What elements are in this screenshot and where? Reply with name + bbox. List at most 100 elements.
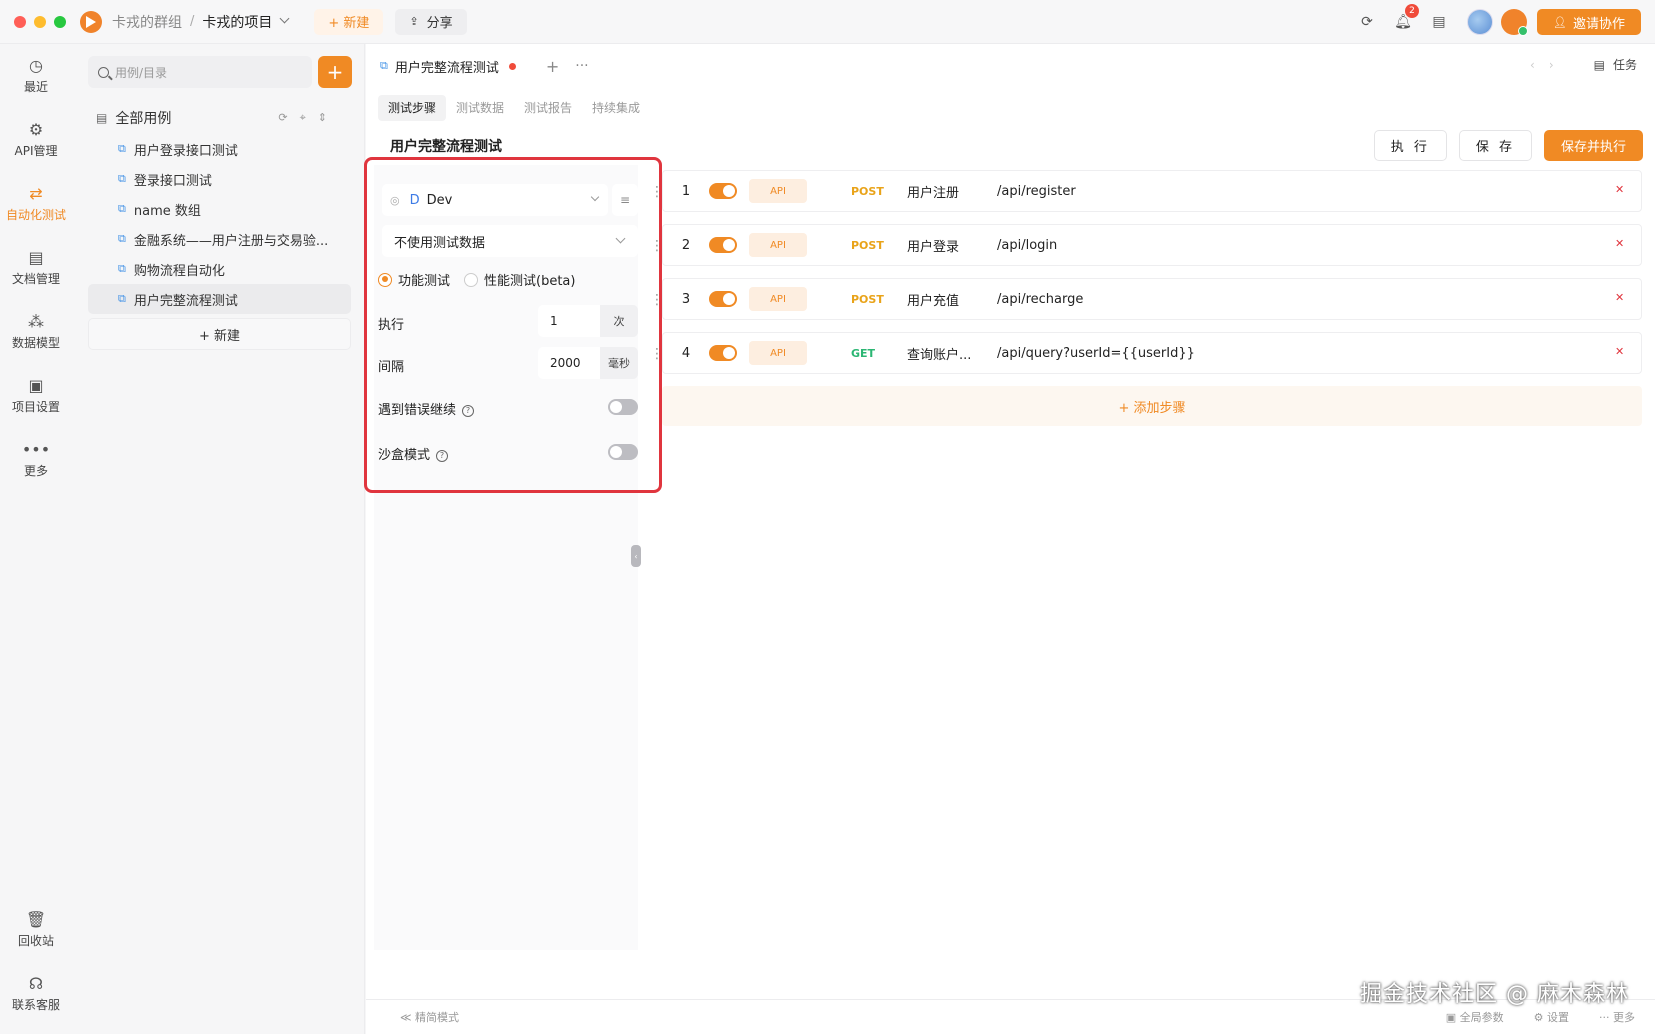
minimize-window-button[interactable] bbox=[34, 15, 46, 28]
environment-select[interactable]: ◎ D Dev bbox=[382, 184, 608, 216]
bottom-bar-right: ▣ 全局参数 ⚙ 设置 ··· 更多 bbox=[1446, 1009, 1635, 1025]
nav-item-models[interactable]: ⁂ 数据模型 bbox=[0, 300, 72, 364]
collapse-panel-icon[interactable]: ‹ bbox=[631, 545, 641, 567]
list-item-selected[interactable]: ⧉ 用户完整流程测试 bbox=[88, 284, 351, 314]
tree-new-button[interactable]: + 新建 bbox=[88, 318, 351, 350]
add-case-button[interactable]: + bbox=[318, 56, 352, 88]
search-input[interactable]: 用例/目录 bbox=[88, 56, 312, 88]
list-item[interactable]: ⧉ 购物流程自动化 bbox=[88, 254, 351, 284]
interval-input[interactable]: 2000 bbox=[538, 347, 600, 379]
list-item[interactable]: ⧉ 金融系统——用户注册与交易验... bbox=[88, 224, 351, 254]
run-button[interactable]: 执 行 bbox=[1373, 130, 1447, 161]
share-button[interactable]: ⇪ 分享 bbox=[395, 8, 467, 35]
tab-more-button[interactable]: ··· bbox=[575, 58, 588, 74]
notes-icon[interactable]: ▤ bbox=[1425, 8, 1453, 36]
chevron-down-icon bbox=[615, 233, 626, 244]
help-icon[interactable]: ? bbox=[462, 405, 475, 417]
close-window-button[interactable] bbox=[14, 15, 26, 28]
headset-icon: ☊ bbox=[28, 973, 44, 993]
tab-test-steps[interactable]: 测试步骤 bbox=[378, 95, 447, 121]
sandbox-label: 沙盒模式 bbox=[378, 448, 431, 463]
model-icon: ⁂ bbox=[28, 311, 44, 331]
team-avatar[interactable] bbox=[1501, 9, 1529, 36]
tab-test-report[interactable]: 测试报告 bbox=[514, 95, 582, 121]
more-button[interactable]: ··· 更多 bbox=[1599, 1009, 1635, 1025]
breadcrumb-project[interactable]: 卡戎的项目 bbox=[202, 12, 272, 32]
tree-root[interactable]: ▤ 全部用例 ⟳⌖⇕ bbox=[96, 104, 351, 132]
step-enabled-toggle[interactable] bbox=[709, 345, 737, 361]
list-item[interactable]: ⧉ 用户登录接口测试 bbox=[88, 134, 351, 164]
case-label: name 数组 bbox=[133, 203, 201, 219]
drag-handle-icon[interactable] bbox=[650, 238, 654, 254]
radio-performance[interactable]: 性能测试(beta) bbox=[464, 270, 575, 289]
table-row[interactable]: 1 API POST 用户注册 /api/register ✕ bbox=[662, 170, 1642, 212]
environment-menu-icon[interactable]: ≡ bbox=[612, 184, 638, 216]
settings-icon: ▣ bbox=[28, 375, 44, 395]
maximize-window-button[interactable] bbox=[54, 15, 66, 28]
unlink-icon[interactable]: ✕ bbox=[1615, 238, 1627, 250]
tab-active-case[interactable]: ⧉ 用户完整流程测试 bbox=[380, 57, 516, 76]
step-enabled-toggle[interactable] bbox=[709, 237, 737, 253]
step-enabled-toggle[interactable] bbox=[709, 183, 737, 199]
app-logo-icon bbox=[80, 10, 102, 33]
simple-mode-button[interactable]: ≪ 精简模式 bbox=[400, 1009, 459, 1025]
invite-button[interactable]: 👤︎ 邀请协作 bbox=[1537, 9, 1641, 35]
run-count-input[interactable]: 1 bbox=[538, 305, 600, 337]
radio-functional[interactable]: 功能测试 bbox=[378, 270, 450, 289]
bell-icon[interactable]: 🔔︎ 2 bbox=[1389, 4, 1420, 36]
test-data-select[interactable]: 不使用测试数据 bbox=[382, 225, 638, 257]
global-params-button[interactable]: ▣ 全局参数 bbox=[1446, 1009, 1504, 1025]
nav-item-trash[interactable]: 🗑 回收站 bbox=[0, 898, 72, 962]
interval-unit: 毫秒 bbox=[600, 347, 638, 379]
drag-handle-icon[interactable] bbox=[650, 346, 654, 362]
chevron-down-icon[interactable] bbox=[279, 13, 290, 24]
tab-nav-arrows-icon[interactable]: ‹› bbox=[1530, 58, 1568, 72]
drag-handle-icon[interactable] bbox=[650, 292, 654, 308]
tab-ci[interactable]: 持续集成 bbox=[582, 95, 650, 121]
save-and-run-button[interactable]: 保存并执行 bbox=[1543, 130, 1643, 161]
folder-icon: ▤ bbox=[96, 111, 108, 125]
tasks-button[interactable]: 任务 bbox=[1613, 56, 1637, 73]
invite-icon: 👤︎ bbox=[1553, 15, 1567, 29]
unlink-icon[interactable]: ✕ bbox=[1615, 346, 1627, 358]
tree-tools-icons[interactable]: ⟳⌖⇕ bbox=[278, 111, 339, 125]
table-row[interactable]: 3 API POST 用户充值 /api/recharge ✕ bbox=[662, 278, 1642, 320]
nav-item-more[interactable]: ••• 更多 bbox=[0, 428, 72, 492]
add-tab-button[interactable]: + bbox=[546, 57, 559, 76]
continue-on-error-toggle[interactable] bbox=[608, 399, 638, 415]
tab-test-data[interactable]: 测试数据 bbox=[446, 95, 514, 121]
breadcrumb-separator: / bbox=[190, 14, 195, 29]
sync-icon[interactable]: ⟳ bbox=[1353, 8, 1381, 36]
add-step-button[interactable]: + 添加步骤 bbox=[662, 386, 1642, 426]
chevron-down-icon bbox=[590, 192, 600, 202]
run-config-panel: ◎ D Dev ≡ 不使用测试数据 功能测试 性能测试(beta) 执行 1 次… bbox=[364, 157, 662, 950]
nav-item-settings[interactable]: ▣ 项目设置 bbox=[0, 364, 72, 428]
user-avatar[interactable] bbox=[1467, 9, 1494, 35]
save-button[interactable]: 保 存 bbox=[1458, 130, 1532, 161]
new-button[interactable]: + 新建 bbox=[314, 8, 384, 35]
search-placeholder: 用例/目录 bbox=[115, 65, 168, 80]
nav-item-recent[interactable]: ◷ 最近 bbox=[0, 44, 72, 108]
step-type-tag: API bbox=[749, 233, 807, 257]
nav-item-support[interactable]: ☊ 联系客服 bbox=[0, 962, 72, 1026]
step-enabled-toggle[interactable] bbox=[709, 291, 737, 307]
sandbox-toggle[interactable] bbox=[608, 444, 638, 460]
nav-item-docs[interactable]: ▤ 文档管理 bbox=[0, 236, 72, 300]
table-row[interactable]: 4 API GET 查询账户... /api/query?userId={{us… bbox=[662, 332, 1642, 374]
help-icon[interactable]: ? bbox=[436, 450, 449, 462]
list-item[interactable]: ⧉ name 数组 bbox=[88, 194, 351, 224]
drag-handle-icon[interactable] bbox=[650, 184, 654, 200]
share-icon: ⇪ bbox=[409, 15, 419, 28]
case-label: 购物流程自动化 bbox=[133, 263, 225, 279]
page-title: 用户完整流程测试 bbox=[390, 139, 502, 155]
radio-checked-icon bbox=[378, 272, 392, 287]
settings-button[interactable]: ⚙ 设置 bbox=[1534, 1009, 1569, 1025]
unlink-icon[interactable]: ✕ bbox=[1615, 292, 1627, 304]
table-row[interactable]: 2 API POST 用户登录 /api/login ✕ bbox=[662, 224, 1642, 266]
list-item[interactable]: ⧉ 登录接口测试 bbox=[88, 164, 351, 194]
search-icon bbox=[98, 66, 109, 78]
unlink-icon[interactable]: ✕ bbox=[1615, 184, 1627, 196]
nav-item-api[interactable]: ⚙ API管理 bbox=[0, 108, 72, 172]
breadcrumb-group[interactable]: 卡戎的群组 bbox=[112, 12, 182, 32]
nav-item-automation[interactable]: ⇄ 自动化测试 bbox=[0, 172, 72, 236]
